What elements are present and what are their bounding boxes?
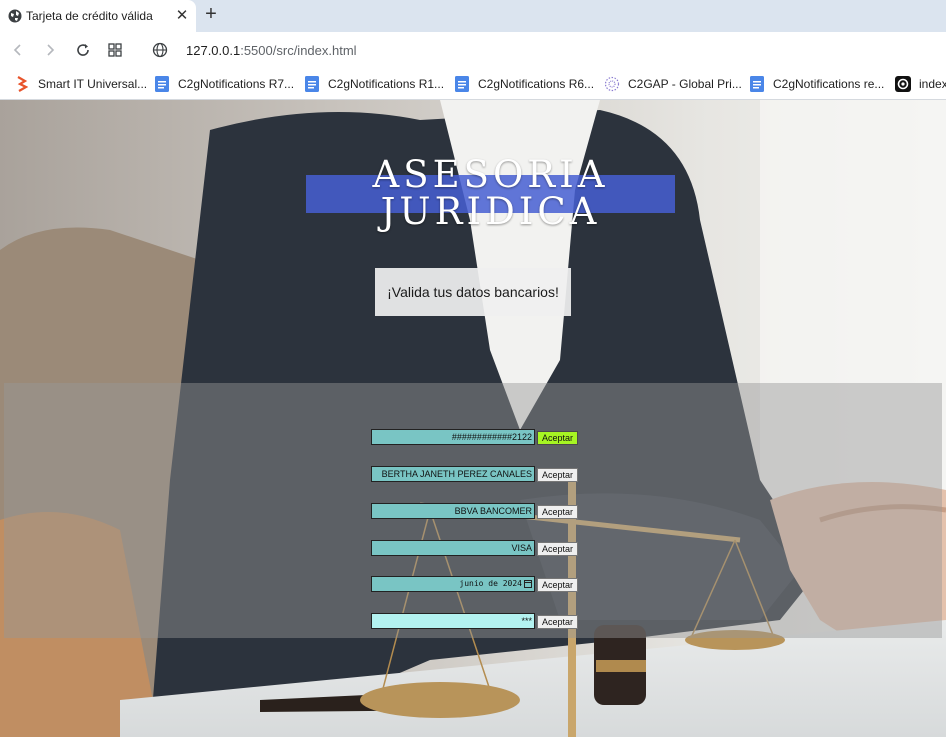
close-tab-icon[interactable]: ✕ <box>174 8 190 24</box>
tab-title: Tarjeta de crédito válida <box>26 9 153 23</box>
browser-tab[interactable]: Tarjeta de crédito válida ✕ <box>0 0 196 32</box>
bookmark-label: C2gNotifications R7... <box>178 77 295 91</box>
expiry-date-field[interactable]: junio de 2024 <box>371 576 535 592</box>
site-info-icon[interactable] <box>152 42 168 58</box>
forward-icon[interactable] <box>40 40 60 60</box>
bookmark-item[interactable]: C2gNotifications R6... <box>454 75 594 93</box>
bookmarks-bar: Smart IT Universal... C2gNotifications R… <box>0 68 946 100</box>
bookmark-item[interactable]: C2gNotifications R7... <box>154 75 294 93</box>
bookmark-item[interactable]: C2gNotifications re... <box>749 75 884 93</box>
bookmark-label: C2gNotifications R6... <box>478 77 595 91</box>
calendar-icon[interactable] <box>524 580 532 588</box>
title-line-1: ASESORIA <box>372 153 609 196</box>
card-holder-accept-button[interactable]: Aceptar <box>537 468 578 482</box>
bookmark-label: index <box>919 77 946 91</box>
doc-icon <box>304 76 320 92</box>
url-path: :5500/src/index.html <box>240 42 357 58</box>
page-title: ASESORIA JURIDICA <box>306 156 675 230</box>
card-number-field[interactable]: ############2122 <box>371 429 535 445</box>
globe-dots-icon <box>604 76 620 92</box>
url-text: 127.0.0.1:5500/src/index.html <box>186 43 357 58</box>
bookmark-item[interactable]: Smart IT Universal... <box>14 75 147 93</box>
bookmark-label: C2gNotifications re... <box>773 77 885 91</box>
browser-toolbar: 127.0.0.1:5500/src/index.html <box>0 32 946 68</box>
back-icon[interactable] <box>8 40 28 60</box>
bookmark-item[interactable]: index <box>895 75 946 93</box>
cvv-accept-button[interactable]: Aceptar <box>537 615 578 629</box>
globe-favicon-icon <box>8 9 22 23</box>
doc-icon <box>154 76 170 92</box>
expiry-date-value: junio de 2024 <box>459 579 522 588</box>
new-tab-icon[interactable]: + <box>200 4 222 26</box>
web-page: ASESORIA JURIDICA ¡Valida tus datos banc… <box>0 100 946 737</box>
subtitle-box: ¡Valida tus datos bancarios! <box>375 268 571 316</box>
reload-icon[interactable] <box>73 40 93 60</box>
bank-field[interactable]: BBVA BANCOMER <box>371 503 535 519</box>
circle-logo-icon <box>895 76 911 92</box>
cvv-field[interactable]: *** <box>371 613 535 629</box>
card-type-accept-button[interactable]: Aceptar <box>537 542 578 556</box>
tab-groups-icon[interactable] <box>105 40 125 60</box>
bookmark-label: Smart IT Universal... <box>38 77 148 91</box>
tab-strip: Tarjeta de crédito válida ✕ + <box>0 0 946 32</box>
card-type-field[interactable]: VISA <box>371 540 535 556</box>
bookmark-item[interactable]: C2GAP - Global Pri... <box>604 75 742 93</box>
doc-icon <box>454 76 470 92</box>
card-number-accept-button[interactable]: Aceptar <box>537 431 578 445</box>
smart-it-icon <box>14 76 30 92</box>
bookmark-label: C2gNotifications R1... <box>328 77 445 91</box>
doc-icon <box>749 76 765 92</box>
title-line-2: JURIDICA <box>380 190 601 233</box>
card-holder-field[interactable]: BERTHA JANETH PEREZ CANALES <box>371 466 535 482</box>
bank-accept-button[interactable]: Aceptar <box>537 505 578 519</box>
bookmark-item[interactable]: C2gNotifications R1... <box>304 75 444 93</box>
bookmark-label: C2GAP - Global Pri... <box>628 77 742 91</box>
url-host: 127.0.0.1 <box>186 42 241 58</box>
expiry-date-accept-button[interactable]: Aceptar <box>537 578 578 592</box>
address-bar[interactable]: 127.0.0.1:5500/src/index.html <box>144 36 938 64</box>
subtitle: ¡Valida tus datos bancarios! <box>387 284 559 300</box>
